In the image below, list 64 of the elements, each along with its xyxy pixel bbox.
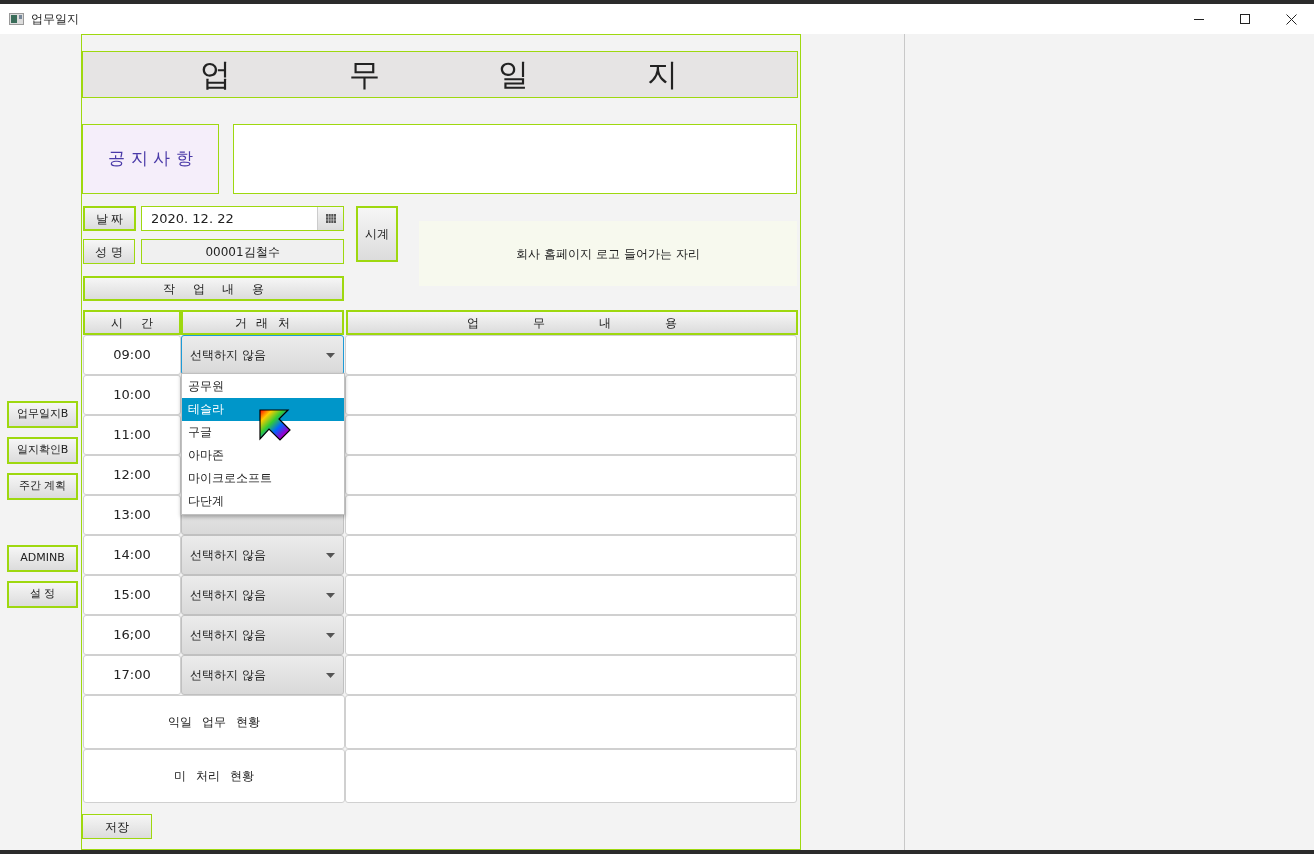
work-content-field[interactable]: [345, 335, 797, 375]
time-cell: 16;00: [83, 615, 181, 655]
clock-button[interactable]: 시계: [356, 206, 398, 262]
client-dropdown[interactable]: 선택하지 않음: [181, 655, 344, 695]
date-label-button[interactable]: 날 짜: [83, 206, 136, 231]
summary-label: 익일 업무 현황: [83, 695, 345, 749]
caret-icon: [326, 592, 335, 598]
calendar-icon: [325, 214, 336, 223]
close-icon: [1285, 13, 1297, 25]
calendar-button[interactable]: [317, 207, 343, 230]
summary-field[interactable]: [345, 695, 797, 749]
work-content-field[interactable]: [345, 575, 797, 615]
time-cell: 10:00: [83, 375, 181, 415]
sidebar-button[interactable]: 주간 계획: [7, 473, 78, 500]
save-button[interactable]: 저장: [82, 814, 152, 839]
time-cell: 09:00: [83, 335, 181, 375]
column-header: 시 간: [83, 310, 181, 335]
sidebar-button[interactable]: 설 정: [7, 581, 78, 608]
time-cell: 11:00: [83, 415, 181, 455]
window-title: 업무일지: [31, 11, 79, 28]
caret-icon: [326, 632, 335, 638]
work-content-button[interactable]: 작 업 내 용: [83, 276, 344, 301]
client-dropdown[interactable]: 선택하지 않음: [181, 615, 344, 655]
work-content-field[interactable]: [345, 615, 797, 655]
minimize-icon: [1194, 18, 1204, 20]
client-dropdown[interactable]: 선택하지 않음: [181, 335, 344, 375]
dropdown-option[interactable]: 마이크로소프트: [182, 467, 344, 490]
name-field: 00001김철수: [141, 239, 344, 264]
column-header: 업 무 내 용: [346, 310, 798, 335]
client-dropdown[interactable]: 선택하지 않음: [181, 575, 344, 615]
work-content-field[interactable]: [345, 415, 797, 455]
time-cell: 15:00: [83, 575, 181, 615]
page-heading: 업무일지: [82, 51, 798, 98]
work-content-field[interactable]: [345, 495, 797, 535]
dropdown-option[interactable]: 공무원: [182, 375, 344, 398]
time-cell: 14:00: [83, 535, 181, 575]
maximize-icon: [1240, 14, 1250, 24]
caret-icon: [326, 352, 335, 358]
client-dropdown[interactable]: 선택하지 않음: [181, 535, 344, 575]
sidebar-button[interactable]: ADMINB: [7, 545, 78, 572]
summary-label: 미 처리 현황: [83, 749, 345, 803]
notice-label: 공 지 사 항: [82, 124, 219, 194]
summary-field[interactable]: [345, 749, 797, 803]
column-header: 거 래 처: [181, 310, 344, 335]
date-value: 2020. 12. 22: [150, 210, 235, 228]
work-content-field[interactable]: [345, 655, 797, 695]
work-content-field[interactable]: [345, 375, 797, 415]
sidebar-button[interactable]: 일지확인B: [7, 437, 78, 464]
time-cell: 17:00: [83, 655, 181, 695]
work-content-field[interactable]: [345, 455, 797, 495]
caret-icon: [326, 552, 335, 558]
dropdown-option[interactable]: 다단계: [182, 490, 344, 513]
date-field[interactable]: 2020. 12. 22: [141, 206, 344, 231]
app-icon: [9, 13, 24, 25]
notice-field[interactable]: [233, 124, 797, 194]
dropdown-option[interactable]: 아마존: [182, 444, 344, 467]
logo-placeholder-text: 회사 홈페이지 로고 들어가는 자리: [516, 245, 700, 263]
time-cell: 13:00: [83, 495, 181, 535]
name-label-button[interactable]: 성 명: [83, 239, 135, 264]
time-cell: 12:00: [83, 455, 181, 495]
work-content-field[interactable]: [345, 535, 797, 575]
cursor-icon: [259, 409, 291, 441]
sidebar-button[interactable]: 업무일지B: [7, 401, 78, 428]
caret-icon: [326, 672, 335, 678]
